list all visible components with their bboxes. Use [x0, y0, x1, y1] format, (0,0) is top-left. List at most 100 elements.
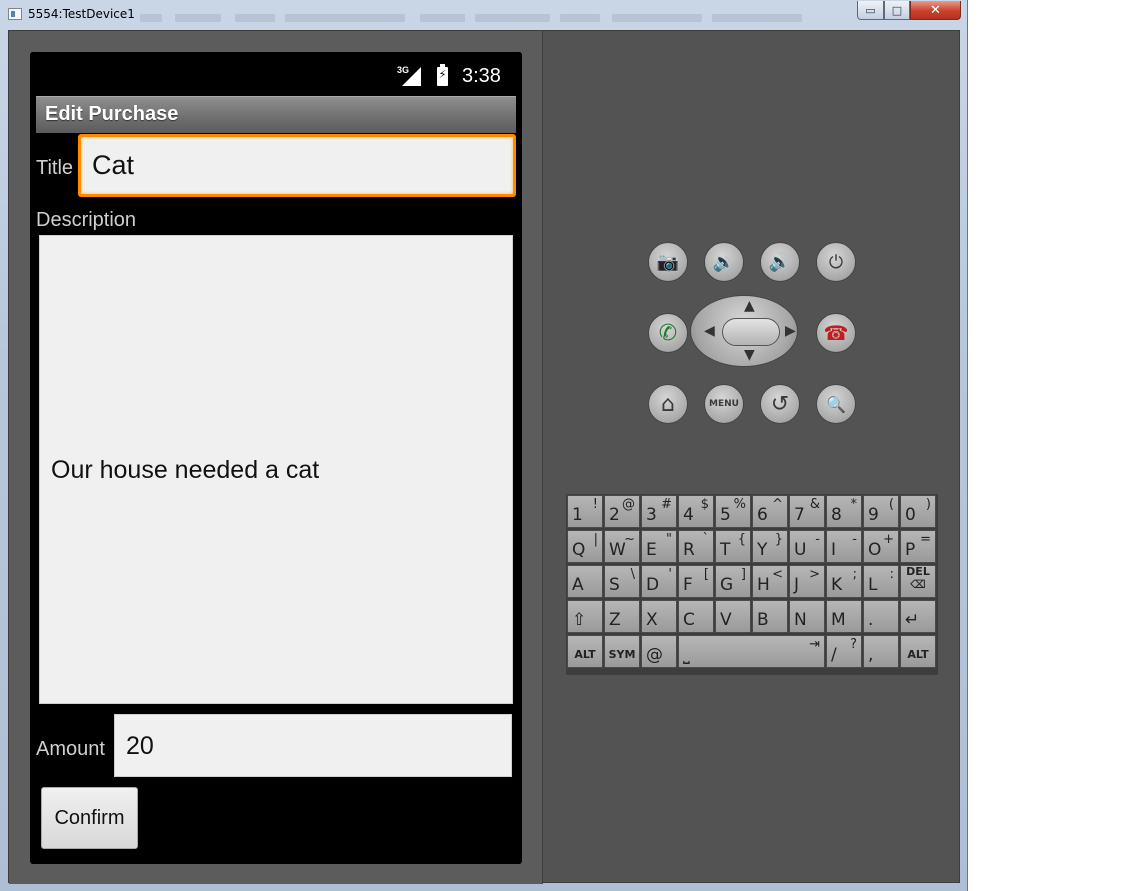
key[interactable]: 0) [900, 495, 936, 528]
volume-down-button[interactable]: 🔉 [704, 242, 744, 282]
key[interactable]: N [789, 600, 825, 633]
call-button[interactable]: ✆ [648, 313, 688, 353]
dpad-center-button[interactable] [722, 318, 780, 346]
key-label: @ [646, 645, 663, 665]
key-label: 1 [572, 505, 583, 525]
key-alt-label: + [883, 532, 894, 547]
key-alt-label: & [809, 497, 820, 512]
amount-input[interactable]: 20 [114, 714, 512, 777]
key[interactable]: A [567, 565, 603, 598]
key[interactable]: J > [789, 565, 825, 598]
key[interactable]: X [641, 600, 677, 633]
amount-input-value: 20 [126, 732, 154, 760]
key-alt-label: ' [668, 567, 672, 582]
key[interactable]: G] [715, 565, 751, 598]
key[interactable]: 7 & [789, 495, 825, 528]
key[interactable]: ↵ [900, 600, 936, 633]
key[interactable]: H < [752, 565, 788, 598]
key[interactable]: @ [641, 635, 677, 668]
key-label: I [831, 540, 837, 560]
key-label: ⎵ [683, 645, 690, 665]
key[interactable]: 4 $ [678, 495, 714, 528]
camera-button[interactable]: 📷 [648, 242, 688, 282]
dpad-right-icon[interactable]: ▶ [785, 323, 796, 339]
key[interactable]: 2 @ [604, 495, 640, 528]
key-alt-label: ` [702, 532, 710, 547]
key[interactable]: ALT [567, 635, 603, 668]
key[interactable]: Y} [752, 530, 788, 563]
emulator-window: 5554:TestDevice1 ▭ □ ✕ 3G 3:38 Edit Purc… [0, 0, 968, 891]
description-label: Description [36, 209, 137, 231]
key[interactable]: I- [826, 530, 862, 563]
key[interactable]: Q | [567, 530, 603, 563]
home-button[interactable]: ⌂ [648, 384, 688, 424]
back-button[interactable]: ↺ [760, 384, 800, 424]
volume-up-button[interactable]: 🔊 [760, 242, 800, 282]
minimize-button[interactable]: ▭ [857, 1, 884, 20]
key-alt-label: * [850, 497, 858, 512]
key[interactable]: DEL ⌫ [900, 565, 936, 598]
key[interactable]: W ~ [604, 530, 640, 563]
key[interactable]: 8 * [826, 495, 862, 528]
dpad-down-icon[interactable]: ▼ [744, 347, 755, 363]
key-alt-label: ; [852, 567, 857, 582]
description-input[interactable]: Our house needed a cat [39, 235, 513, 704]
key-label: . [868, 610, 874, 630]
key[interactable]: 3 # [641, 495, 677, 528]
key-label: ⇧ [572, 610, 587, 630]
window-title-bar[interactable]: 5554:TestDevice1 ▭ □ ✕ [0, 0, 968, 30]
key[interactable]: P = [900, 530, 936, 563]
key[interactable]: ⇧ [567, 600, 603, 633]
bookmark-blur [285, 14, 405, 22]
key-label: ALT [907, 648, 929, 661]
key[interactable]: B [752, 600, 788, 633]
key[interactable]: 6 ^ [752, 495, 788, 528]
title-input[interactable]: Cat [78, 134, 516, 197]
key[interactable]: T{ [715, 530, 751, 563]
key[interactable]: , [863, 635, 899, 668]
dpad-left-icon[interactable]: ◀ [704, 323, 715, 339]
key-label: E [646, 540, 657, 560]
key[interactable]: 5% [715, 495, 751, 528]
key[interactable]: R ` [678, 530, 714, 563]
key[interactable]: M [826, 600, 862, 633]
key[interactable]: K; [826, 565, 862, 598]
key[interactable]: F[ [678, 565, 714, 598]
key-alt-label: ⇥ [809, 637, 820, 652]
maximize-button[interactable]: □ [884, 1, 910, 20]
key[interactable]: D ' [641, 565, 677, 598]
key[interactable]: E " [641, 530, 677, 563]
menu-button[interactable]: MENU [704, 384, 744, 424]
key[interactable]: ALT [900, 635, 936, 668]
key[interactable]: 1! [567, 495, 603, 528]
key[interactable]: ⎵ ⇥ [678, 635, 825, 668]
key[interactable]: /? [826, 635, 862, 668]
amount-label: Amount [36, 738, 105, 760]
description-input-value: Our house needed a cat [51, 456, 320, 484]
key[interactable]: Z [604, 600, 640, 633]
key[interactable]: V [715, 600, 751, 633]
end-call-button[interactable]: ☎ [816, 313, 856, 353]
key-alt-label: ) [925, 497, 931, 512]
bookmark-blur [612, 14, 702, 22]
key-label: R [683, 540, 695, 560]
key[interactable]: . [863, 600, 899, 633]
key[interactable]: S \ [604, 565, 640, 598]
power-button[interactable]: ⏻ [816, 242, 856, 282]
key-alt-label: = [920, 532, 931, 547]
key[interactable]: L: [863, 565, 899, 598]
key-label: Y [757, 540, 768, 560]
key[interactable]: O + [863, 530, 899, 563]
key-label: 7 [794, 505, 805, 525]
key-alt-label: ! [592, 497, 598, 512]
search-button[interactable]: 🔍 [816, 384, 856, 424]
dpad-up-icon[interactable]: ▲ [744, 298, 755, 314]
key[interactable]: C [678, 600, 714, 633]
bookmark-blur [560, 14, 600, 22]
key[interactable]: SYM [604, 635, 640, 668]
confirm-button[interactable]: Confirm [41, 787, 138, 849]
key[interactable]: 9( [863, 495, 899, 528]
close-button[interactable]: ✕ [910, 1, 961, 20]
device-panel: 3G 3:38 Edit Purchase Title Cat Descript… [9, 31, 543, 884]
key[interactable]: U- [789, 530, 825, 563]
